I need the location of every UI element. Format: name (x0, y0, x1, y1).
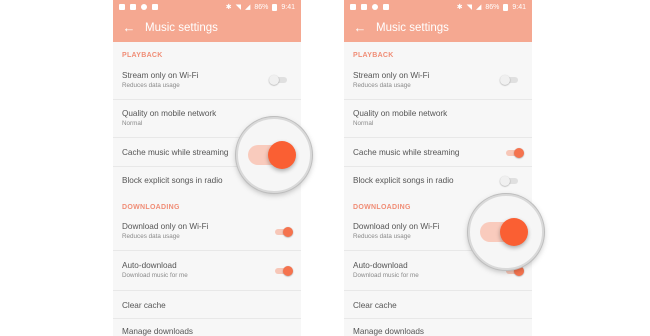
wifi-icon: ◥ (466, 4, 472, 11)
setting-manage-downloads[interactable]: Manage downloads (353, 327, 523, 336)
setting-stream-only-wifi[interactable]: Stream only on Wi-Fi Reduces data usage (122, 71, 292, 89)
setting-subtitle: Normal (353, 120, 374, 127)
toolbar-title: Music settings (145, 22, 218, 34)
toggle-download-only-wifi[interactable] (275, 227, 293, 237)
phone-screen-right: ✱ ◥ ◢ 86% 9:41 ← Music settings PLAYBACK… (344, 0, 532, 336)
battery-percent: 86% (254, 3, 269, 11)
setting-subtitle: Download music for me (353, 272, 419, 279)
toolbar: ← Music settings (344, 14, 532, 42)
setting-quality-mobile[interactable]: Quality on mobile network Normal (353, 109, 523, 127)
twitter-icon (361, 4, 367, 10)
setting-title: Download only on Wi-Fi (122, 222, 209, 231)
media-icon (119, 4, 125, 10)
section-header-playback: PLAYBACK (353, 52, 394, 59)
battery-icon (272, 3, 278, 11)
section-header-playback: PLAYBACK (122, 52, 163, 59)
media-icon (350, 4, 356, 10)
setting-subtitle: Reduces data usage (122, 82, 180, 89)
battery-icon (503, 3, 509, 11)
zoomed-toggle-thumb[interactable] (268, 141, 296, 169)
status-bar: ✱ ◥ ◢ 86% 9:41 (344, 0, 532, 14)
setting-title: Clear cache (353, 301, 397, 310)
divider (113, 290, 301, 291)
zoom-magnifier-download-toggle (468, 194, 544, 270)
setting-title: Cache music while streaming (353, 148, 460, 157)
status-bar: ✱ ◥ ◢ 86% 9:41 (113, 0, 301, 14)
setting-title: Stream only on Wi-Fi (122, 71, 199, 80)
setting-title: Stream only on Wi-Fi (353, 71, 430, 80)
divider (344, 290, 532, 291)
divider (113, 318, 301, 319)
setting-title: Manage downloads (353, 327, 425, 336)
signal-icon: ◢ (244, 4, 251, 11)
setting-cache-music[interactable]: Cache music while streaming (353, 148, 523, 157)
setting-title: Quality on mobile network (353, 109, 448, 118)
location-icon (372, 4, 378, 10)
setting-subtitle: Reduces data usage (122, 233, 180, 240)
back-arrow-icon[interactable]: ← (344, 14, 376, 42)
twitter-icon (130, 4, 136, 10)
signal-icon: ◢ (475, 4, 482, 11)
image-icon (152, 4, 158, 10)
divider (113, 99, 301, 100)
divider (113, 250, 301, 251)
setting-title: Block explicit songs in radio (353, 176, 454, 185)
divider (344, 99, 532, 100)
setting-clear-cache[interactable]: Clear cache (353, 301, 523, 310)
setting-manage-downloads[interactable]: Manage downloads (122, 327, 292, 336)
section-header-downloading: DOWNLOADING (353, 204, 411, 211)
toggle-block-explicit[interactable] (500, 176, 518, 186)
clock: 9:41 (281, 3, 295, 11)
setting-auto-download[interactable]: Auto-download Download music for me (122, 261, 292, 279)
location-icon (141, 4, 147, 10)
image-icon (383, 4, 389, 10)
divider (344, 137, 532, 138)
zoom-magnifier-cache-toggle (236, 117, 312, 193)
back-arrow-icon[interactable]: ← (113, 14, 145, 42)
setting-block-explicit[interactable]: Block explicit songs in radio (353, 176, 523, 185)
wifi-icon: ◥ (235, 4, 241, 11)
toggle-stream-only-wifi[interactable] (269, 75, 287, 85)
setting-download-only-wifi[interactable]: Download only on Wi-Fi Reduces data usag… (122, 222, 292, 240)
section-header-downloading: DOWNLOADING (122, 204, 180, 211)
setting-title: Auto-download (122, 261, 177, 270)
clock: 9:41 (512, 3, 526, 11)
setting-subtitle: Download music for me (122, 272, 188, 279)
battery-percent: 86% (485, 3, 500, 11)
bluetooth-icon: ✱ (225, 4, 232, 11)
setting-clear-cache[interactable]: Clear cache (122, 301, 292, 310)
toggle-cache-music[interactable] (506, 148, 524, 158)
toolbar: ← Music settings (113, 14, 301, 42)
setting-title: Manage downloads (122, 327, 194, 336)
zoomed-toggle-thumb[interactable] (500, 218, 528, 246)
toggle-stream-only-wifi[interactable] (500, 75, 518, 85)
toggle-auto-download[interactable] (275, 266, 293, 276)
bluetooth-icon: ✱ (456, 4, 463, 11)
setting-subtitle: Reduces data usage (353, 82, 411, 89)
divider (344, 318, 532, 319)
divider (344, 166, 532, 167)
setting-stream-only-wifi[interactable]: Stream only on Wi-Fi Reduces data usage (353, 71, 523, 89)
toolbar-title: Music settings (376, 22, 449, 34)
setting-title: Clear cache (122, 301, 166, 310)
